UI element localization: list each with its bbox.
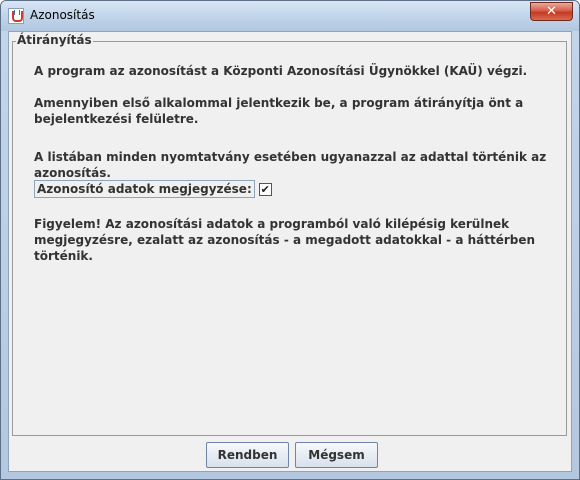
remember-data-row: Azonosító adatok megjegyzése: ✔ (34, 180, 272, 198)
dialog-window: Azonosítás ✕ Átirányítás A program az az… (0, 0, 580, 480)
cancel-button[interactable]: Mégsem (295, 442, 378, 468)
title-bar[interactable]: Azonosítás ✕ (1, 1, 579, 31)
java-app-icon (8, 8, 24, 24)
info-text-same-data: A listában minden nyomtatvány esetében u… (34, 150, 547, 180)
remember-data-label: Azonosító adatok megjegyzése: (34, 180, 255, 198)
section-legend: Átirányítás (16, 33, 93, 47)
remember-data-checkbox[interactable]: ✔ (258, 182, 272, 196)
window-title: Azonosítás (30, 8, 95, 22)
warning-text: Figyelem! Az azonosítási adatok a progra… (34, 217, 536, 263)
info-text-first-login: Amennyiben első alkalommal jelentkezik b… (34, 96, 524, 126)
redirect-section: Átirányítás A program az azonosítást a K… (12, 33, 567, 436)
info-text-kau: A program az azonosítást a Központi Azon… (34, 64, 528, 78)
close-button[interactable]: ✕ (530, 2, 573, 21)
ok-button[interactable]: Rendben (206, 442, 289, 468)
dialog-content: Átirányítás A program az azonosítást a K… (8, 31, 572, 472)
